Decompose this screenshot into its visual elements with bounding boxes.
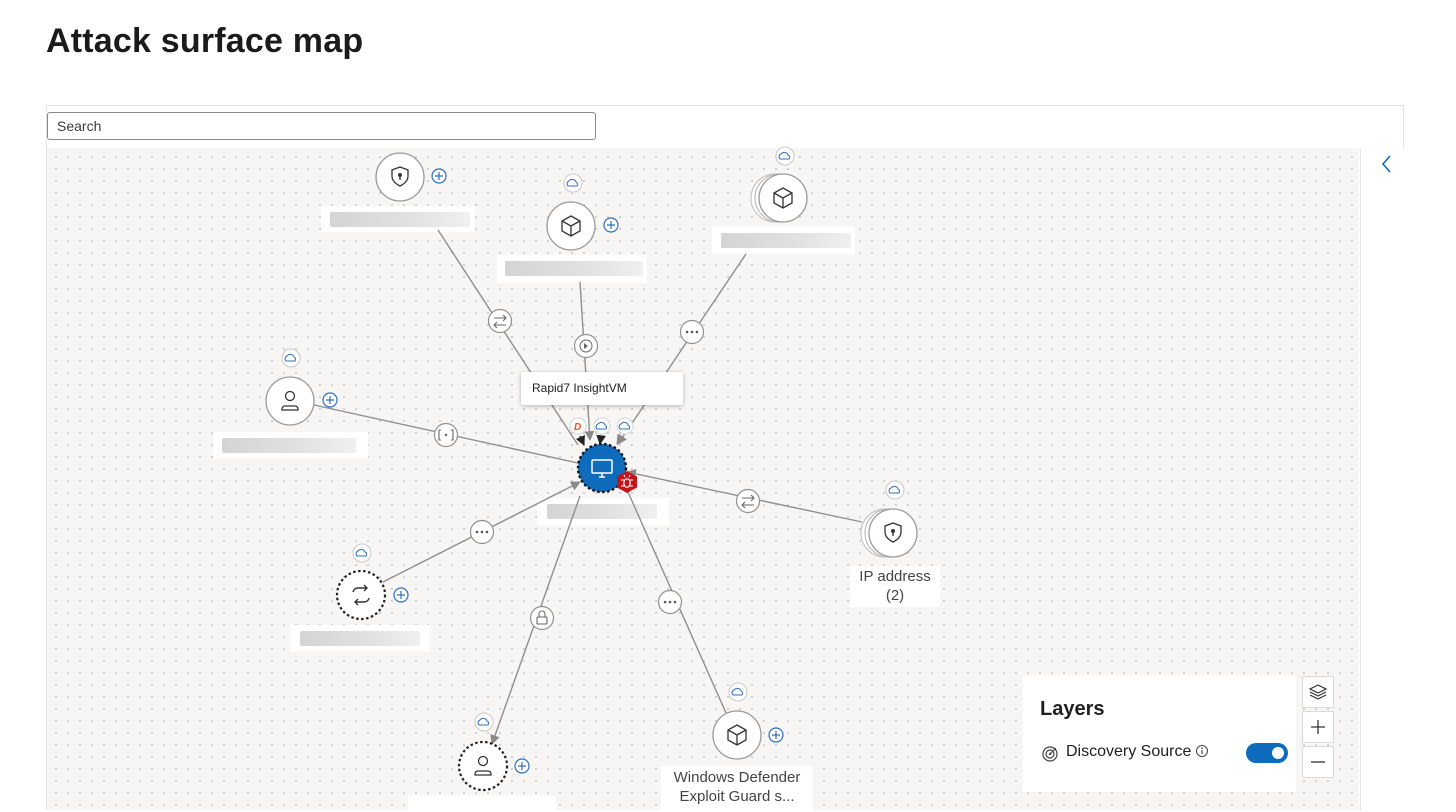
edge-more-icon[interactable] [469, 519, 495, 545]
expand-node-button[interactable] [768, 727, 784, 743]
layers-button[interactable] [1302, 676, 1334, 708]
shield-node[interactable] [375, 152, 425, 202]
windows-defender-label-line1: Windows Defender [673, 769, 801, 786]
package-group-node[interactable] [750, 173, 808, 223]
zoom-in-button[interactable] [1302, 711, 1334, 743]
user-node[interactable] [265, 376, 315, 426]
layers-panel [1023, 676, 1296, 792]
edge-more-icon[interactable] [679, 319, 705, 345]
ip-address-label-line1: IP address [859, 568, 931, 585]
user-node[interactable] [457, 740, 509, 792]
expand-node-button[interactable] [322, 392, 338, 408]
cloud-source-icon[interactable] [593, 417, 611, 435]
cloud-source-icon[interactable] [616, 417, 634, 435]
windows-defender-node[interactable] [712, 710, 762, 760]
expand-node-button[interactable] [603, 217, 619, 233]
edge-bracket-icon[interactable] [433, 422, 459, 448]
zoom-out-button[interactable] [1302, 746, 1334, 778]
layers-title: Layers [1040, 698, 1105, 720]
discovery-source-toggle[interactable] [1246, 743, 1288, 763]
discovery-source-icon [1042, 746, 1058, 762]
windows-defender-label: Windows Defender Exploit Guard s... [661, 766, 813, 812]
info-icon[interactable] [1195, 744, 1209, 758]
package-node[interactable] [546, 201, 596, 251]
rapid7-source-icon[interactable]: D [569, 417, 587, 435]
plus-icon [1311, 720, 1325, 734]
ip-address-node[interactable] [860, 508, 918, 558]
edge [437, 229, 579, 446]
svg-text:D: D [574, 422, 581, 433]
expand-node-button[interactable] [431, 168, 447, 184]
edge [579, 281, 595, 441]
windows-defender-label-line2: Exploit Guard s... [679, 788, 795, 805]
edge-lock-icon[interactable] [529, 605, 555, 631]
edge [617, 253, 747, 445]
ip-address-label-line2: (2) [885, 587, 905, 604]
expand-node-button[interactable] [393, 587, 409, 603]
edge-swap-icon[interactable] [487, 308, 513, 334]
cycle-node[interactable] [335, 569, 387, 621]
edge-more-icon[interactable] [657, 589, 683, 615]
expand-node-button[interactable] [514, 758, 530, 774]
minus-icon [1311, 761, 1325, 763]
layers-icon [1308, 684, 1328, 700]
source-tooltip: Rapid7 InsightVM [521, 372, 683, 405]
discovery-source-label: Discovery Source [1066, 743, 1192, 760]
ip-address-label: IP address (2) [850, 566, 940, 607]
edge-play-icon[interactable] [573, 333, 599, 359]
edge-swap-icon[interactable] [735, 488, 761, 514]
